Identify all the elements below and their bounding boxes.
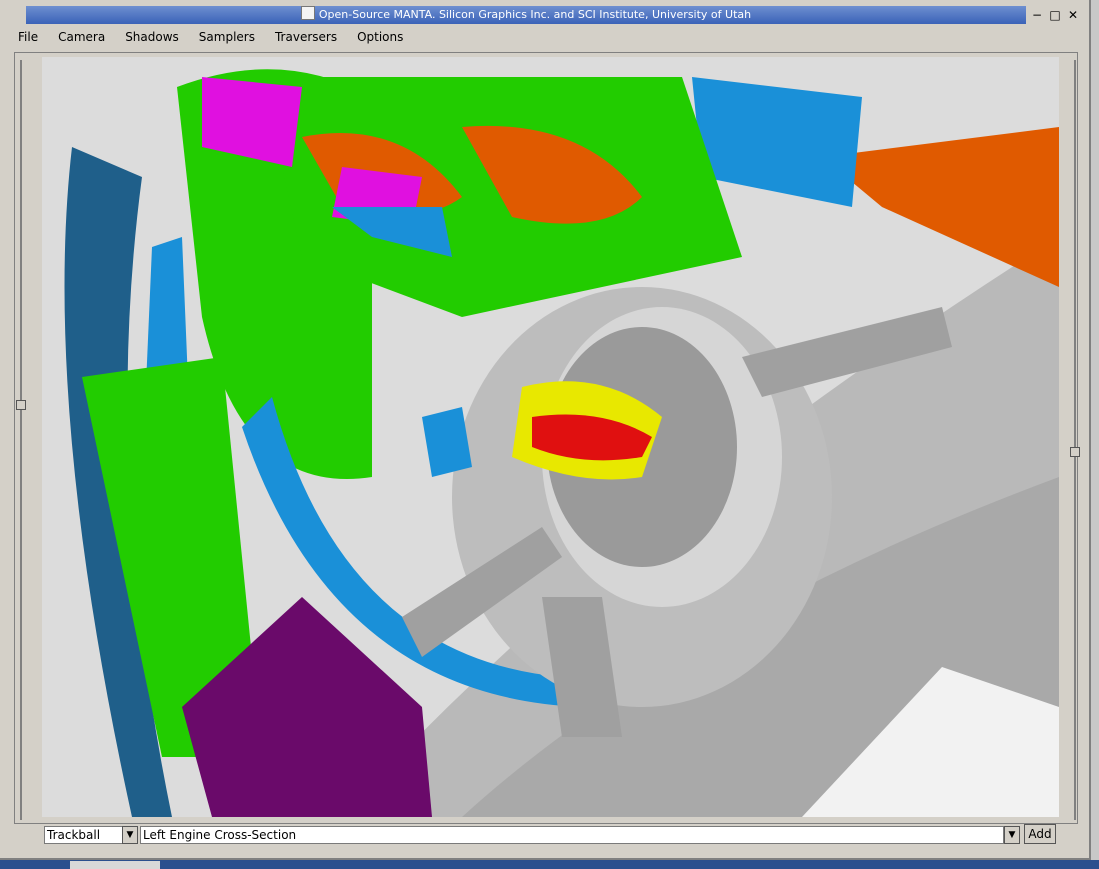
bottom-controls: Trackball ▼ Left Engine Cross-Section ▼ … xyxy=(44,824,1056,846)
menu-camera[interactable]: Camera xyxy=(48,27,115,47)
window-title: Open-Source MANTA. Silicon Graphics Inc.… xyxy=(318,8,752,21)
right-slider-thumb[interactable] xyxy=(1070,447,1080,457)
desktop-edge xyxy=(1091,0,1099,869)
left-slider-thumb[interactable] xyxy=(16,400,26,410)
left-slider-track[interactable] xyxy=(20,60,22,820)
bookmark-select[interactable]: Left Engine Cross-Section xyxy=(140,826,1004,844)
camera-mode-value: Trackball xyxy=(47,828,101,842)
chevron-down-icon[interactable]: ▼ xyxy=(122,826,138,844)
menu-bar: File Camera Shadows Samplers Traversers … xyxy=(8,27,413,47)
desktop-background xyxy=(0,860,1099,869)
manta-window: Open-Source MANTA. Silicon Graphics Inc.… xyxy=(0,0,1091,860)
taskbar-fragment xyxy=(70,861,160,869)
render-viewport[interactable] xyxy=(42,57,1059,817)
title-bar[interactable]: Open-Source MANTA. Silicon Graphics Inc.… xyxy=(26,6,1026,24)
maximize-icon[interactable]: □ xyxy=(1048,8,1062,22)
add-bookmark-button[interactable]: Add xyxy=(1024,824,1056,844)
menu-file[interactable]: File xyxy=(8,27,48,47)
window-controls: − □ ✕ xyxy=(1030,6,1090,24)
menu-samplers[interactable]: Samplers xyxy=(189,27,265,47)
window-menu-grip[interactable] xyxy=(6,6,24,24)
menu-traversers[interactable]: Traversers xyxy=(265,27,347,47)
bookmark-value: Left Engine Cross-Section xyxy=(143,828,297,842)
camera-mode-select[interactable]: Trackball xyxy=(44,826,124,844)
right-slider-track[interactable] xyxy=(1074,60,1076,820)
close-icon[interactable]: ✕ xyxy=(1066,8,1080,22)
rendered-engine-scene xyxy=(42,57,1059,817)
menu-shadows[interactable]: Shadows xyxy=(115,27,189,47)
menu-options[interactable]: Options xyxy=(347,27,413,47)
minimize-icon[interactable]: − xyxy=(1030,8,1044,22)
app-icon xyxy=(300,6,315,20)
chevron-down-icon[interactable]: ▼ xyxy=(1004,826,1020,844)
